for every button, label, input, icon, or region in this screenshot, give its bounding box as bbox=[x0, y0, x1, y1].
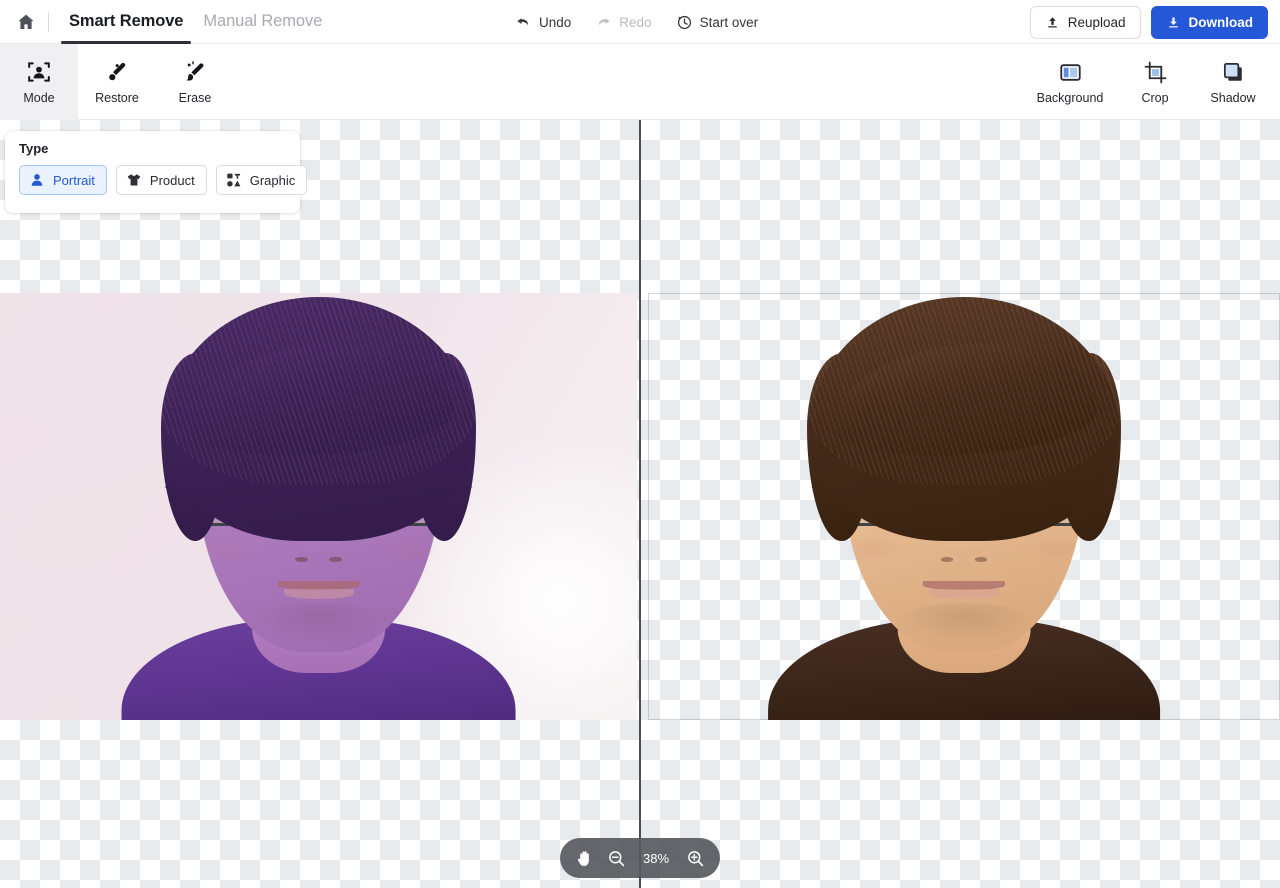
original-image-panel[interactable] bbox=[0, 293, 637, 720]
original-portrait bbox=[0, 293, 637, 720]
cheek-right bbox=[382, 536, 439, 562]
zoom-in-button[interactable] bbox=[686, 849, 705, 868]
tool-crop-label: Crop bbox=[1141, 92, 1168, 105]
tool-mode[interactable]: Mode bbox=[0, 44, 78, 120]
tab-manual-remove[interactable]: Manual Remove bbox=[193, 0, 332, 44]
portrait-frame-icon bbox=[26, 59, 52, 85]
type-options: Portrait Product Graphic bbox=[19, 165, 286, 195]
shadow-icon bbox=[1221, 60, 1246, 85]
type-option-product-label: Product bbox=[150, 173, 195, 188]
shapes-icon bbox=[226, 172, 242, 188]
nostril-right bbox=[975, 557, 988, 562]
result-portrait bbox=[648, 293, 1280, 720]
tab-smart-remove[interactable]: Smart Remove bbox=[59, 0, 193, 44]
undo-arrow-icon bbox=[515, 14, 532, 31]
type-option-portrait[interactable]: Portrait bbox=[19, 165, 107, 195]
download-button[interactable]: Download bbox=[1151, 6, 1269, 39]
download-icon bbox=[1166, 15, 1181, 30]
undo-label: Undo bbox=[539, 15, 571, 30]
type-option-graphic[interactable]: Graphic bbox=[216, 165, 308, 195]
toolbar-right-group: Background Crop Shadow bbox=[1024, 44, 1272, 120]
redo-button[interactable]: Redo bbox=[585, 8, 661, 37]
subject-figure bbox=[0, 293, 637, 720]
header-history-actions: Undo Redo Start over bbox=[505, 0, 768, 44]
background-panel-icon bbox=[1058, 60, 1083, 85]
editor-toolbar: Mode Restore Erase bbox=[0, 44, 1280, 120]
tshirt-icon bbox=[126, 172, 142, 188]
person-icon bbox=[29, 172, 45, 188]
zoom-out-button[interactable] bbox=[607, 849, 626, 868]
nostril-right bbox=[329, 557, 342, 562]
nostril-left bbox=[295, 557, 308, 562]
history-clock-icon bbox=[676, 14, 693, 31]
toolbar-left-group: Mode Restore Erase bbox=[0, 44, 234, 120]
subject-figure-cutout bbox=[648, 293, 1280, 720]
tool-background[interactable]: Background bbox=[1024, 44, 1116, 120]
tab-manual-remove-label: Manual Remove bbox=[203, 12, 322, 31]
tool-shadow-label: Shadow bbox=[1210, 92, 1255, 105]
redo-label: Redo bbox=[619, 15, 651, 30]
download-label: Download bbox=[1189, 15, 1254, 30]
reupload-button[interactable]: Reupload bbox=[1030, 6, 1141, 39]
restore-brush-icon bbox=[104, 59, 130, 85]
start-over-label: Start over bbox=[700, 15, 759, 30]
redo-arrow-icon bbox=[595, 14, 612, 31]
zoom-level-value: 38% bbox=[639, 851, 673, 866]
tool-restore-label: Restore bbox=[95, 92, 139, 105]
tool-erase-label: Erase bbox=[179, 92, 212, 105]
type-panel-title: Type bbox=[19, 142, 286, 155]
tab-smart-remove-label: Smart Remove bbox=[69, 12, 183, 31]
cheek-left bbox=[844, 536, 901, 562]
header-divider bbox=[48, 12, 49, 32]
start-over-button[interactable]: Start over bbox=[666, 8, 769, 37]
erase-brush-icon bbox=[182, 59, 208, 85]
zoom-out-icon bbox=[607, 849, 626, 868]
hand-pan-icon bbox=[575, 849, 594, 868]
type-option-portrait-label: Portrait bbox=[53, 173, 95, 188]
home-button[interactable] bbox=[8, 4, 44, 40]
crop-icon bbox=[1143, 60, 1168, 85]
tool-shadow[interactable]: Shadow bbox=[1194, 44, 1272, 120]
tool-crop[interactable]: Crop bbox=[1116, 44, 1194, 120]
pan-tool-button[interactable] bbox=[575, 849, 594, 868]
tool-mode-label: Mode bbox=[23, 92, 54, 105]
type-option-graphic-label: Graphic bbox=[250, 173, 296, 188]
header-primary-actions: Reupload Download bbox=[1030, 0, 1268, 44]
app-header: Smart Remove Manual Remove Undo Redo Sta… bbox=[0, 0, 1280, 44]
cheek-left bbox=[197, 536, 254, 562]
type-panel: Type Portrait Product Graphic bbox=[5, 131, 300, 213]
tool-background-label: Background bbox=[1037, 92, 1104, 105]
cheek-right bbox=[1027, 536, 1084, 562]
upload-icon bbox=[1045, 15, 1060, 30]
result-image-panel[interactable] bbox=[648, 293, 1280, 720]
undo-button[interactable]: Undo bbox=[505, 8, 581, 37]
tool-erase[interactable]: Erase bbox=[156, 44, 234, 120]
reupload-label: Reupload bbox=[1068, 15, 1126, 30]
home-icon bbox=[16, 12, 36, 32]
zoom-control: 38% bbox=[560, 838, 720, 878]
tool-restore[interactable]: Restore bbox=[78, 44, 156, 120]
type-option-product[interactable]: Product bbox=[116, 165, 207, 195]
nostril-left bbox=[941, 557, 954, 562]
mode-tabs: Smart Remove Manual Remove bbox=[59, 0, 332, 44]
zoom-in-icon bbox=[686, 849, 705, 868]
comparison-divider[interactable] bbox=[639, 120, 641, 888]
